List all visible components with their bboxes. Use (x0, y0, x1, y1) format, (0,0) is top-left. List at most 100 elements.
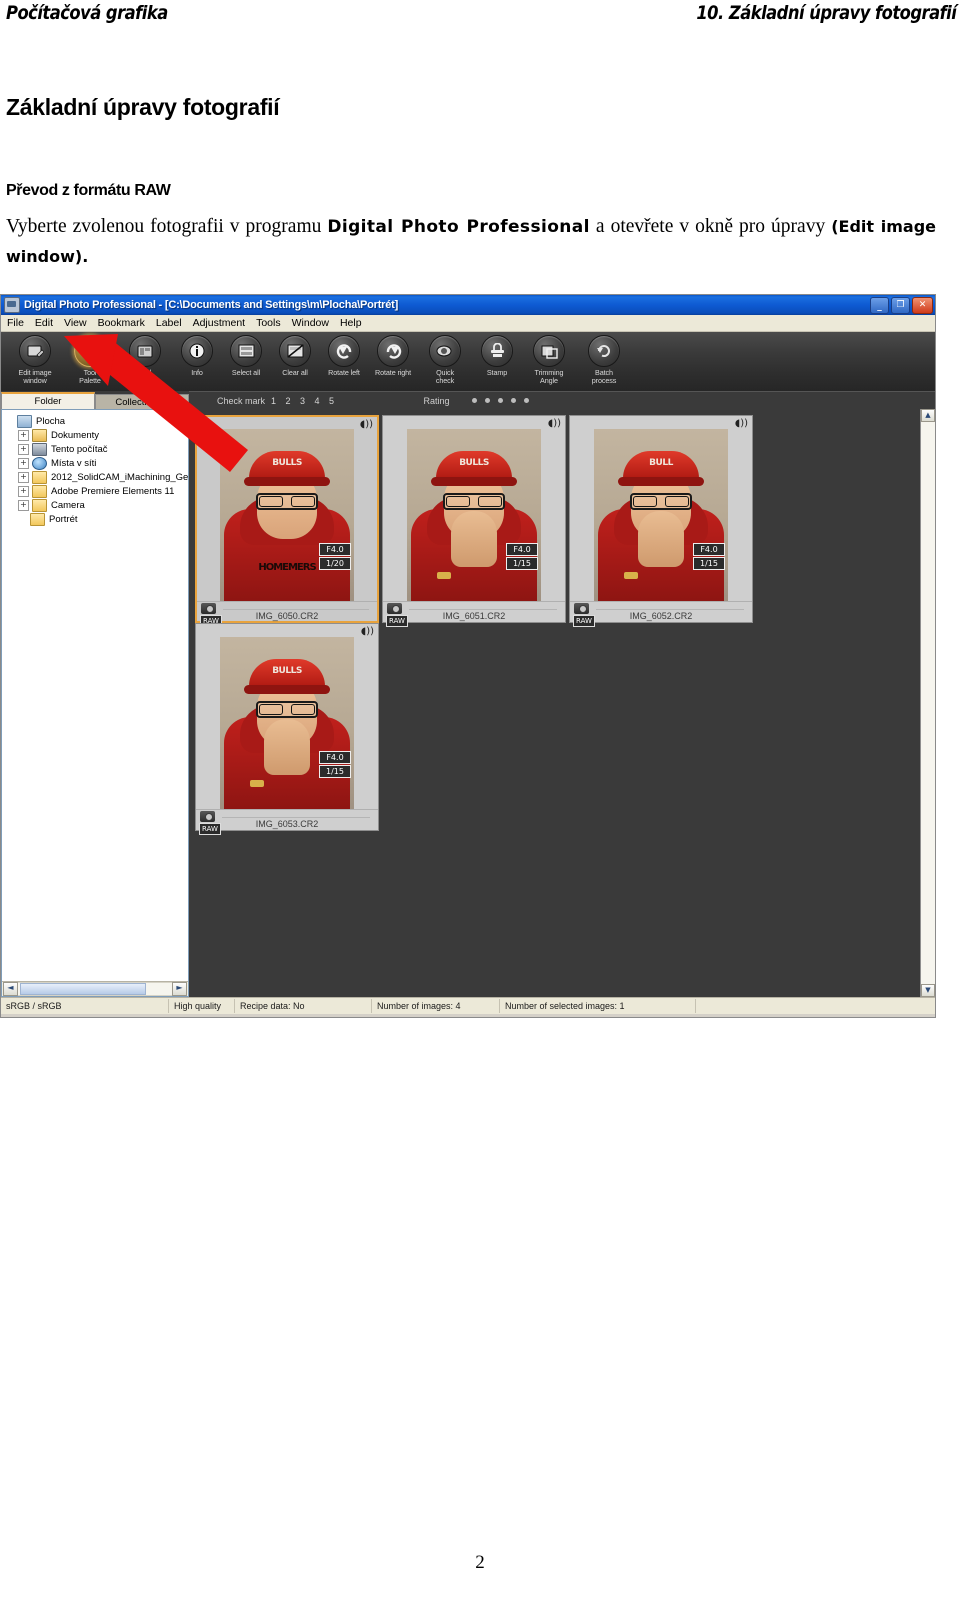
minimize-button[interactable]: _ (870, 297, 889, 314)
thumbnail-top: ◖)) (196, 624, 378, 637)
tree-item-label: Adobe Premiere Elements 11 (51, 485, 175, 497)
tree-expander-icon[interactable]: + (18, 471, 29, 483)
menu-item-label[interactable]: Label (156, 317, 182, 329)
menu-item-bookmark[interactable]: Bookmark (98, 317, 145, 329)
tree-expander-icon[interactable]: + (18, 443, 29, 455)
toolbar-button-rotate-right[interactable]: Rotate right (370, 335, 416, 377)
tree-item-dokumenty[interactable]: + Dokumenty (5, 428, 188, 442)
hscroll-track[interactable] (18, 982, 172, 996)
document-header: Počítačová grafika 10. Základní úpravy f… (0, 0, 960, 30)
thumbnail-pane: ◖)) BULLS HOMEMERS F4.0 1/20 RAW IMG_6050.CR2 ◖… (189, 409, 935, 997)
paragraph-bold-app-name: Digital Photo Professional (327, 217, 590, 237)
toolbar-button-tool-palette-2[interactable]: Tool Palette (119, 335, 171, 386)
toolbar-button-tool-palette[interactable]: Tool Palette (64, 335, 116, 386)
thumbnail-item[interactable]: ◖)) BULLS HOMEMERS F4.0 1/20 RAW IMG_6050.CR2 (195, 415, 379, 627)
toolbar-button-trimming-angle[interactable]: Trimming Angle (523, 335, 575, 386)
menu-item-tools[interactable]: Tools (256, 317, 281, 329)
photo-watch (437, 571, 451, 579)
tab-and-filter-strip: Folder Collection(0) Check mark 1 2 3 4 5… (1, 391, 935, 409)
filter-bar: Check mark 1 2 3 4 5 Rating (189, 391, 935, 409)
quick-check-icon (429, 335, 461, 367)
footer-divider (223, 608, 369, 610)
restore-button[interactable]: ❐ (891, 297, 910, 314)
app-icon (4, 297, 20, 313)
menu-item-file[interactable]: File (7, 317, 24, 329)
rating-dot[interactable] (484, 398, 490, 403)
info-icon (181, 335, 213, 367)
photo-preview: BULLS F4.0 1/15 (220, 636, 354, 809)
tree-item-tento-po-ta[interactable]: + Tento počítač (5, 442, 188, 456)
toolbar-button-stamp[interactable]: Stamp (474, 335, 520, 377)
thumbnail-image-wrap: BULLS F4.0 1/15 (383, 428, 565, 601)
documents-folder-icon (32, 428, 47, 442)
toolbar-button-quick-check[interactable]: Quick check (419, 335, 471, 386)
toolbar-button-label: Info (191, 368, 203, 377)
close-icon: ✕ (918, 300, 927, 310)
tab-collection-0[interactable]: Collection(0) (95, 394, 189, 409)
thumbnail-item[interactable]: ◖)) BULL F4.0 1/15 RAW IMG_6052.CR2 (569, 415, 753, 627)
photo-cap-text: BULLS (272, 457, 302, 468)
tree-expander-icon[interactable]: + (18, 499, 29, 511)
shutter-badge: 1/15 (506, 556, 538, 570)
rating-dot[interactable] (510, 398, 516, 403)
menu-item-view[interactable]: View (64, 317, 87, 329)
menu-item-adjustment[interactable]: Adjustment (193, 317, 246, 329)
toolbar-button-batch-process[interactable]: Batch process (578, 335, 630, 386)
status-bar-segment: sRGB / sRGB (1, 999, 169, 1013)
menu-item-help[interactable]: Help (340, 317, 362, 329)
rating-dot[interactable] (497, 398, 503, 403)
tree-item-portr-t[interactable]: Portrét (5, 512, 188, 526)
aperture-badge: F4.0 (319, 750, 351, 764)
folder-tree-hscrollbar[interactable]: ◄ ► (2, 981, 188, 996)
toolbar-button-label: Rotate right (375, 368, 411, 377)
page-number: 2 (475, 1552, 485, 1573)
folder-icon (30, 512, 45, 526)
status-bar-segment: Number of images: 4 (372, 999, 500, 1013)
close-button[interactable]: ✕ (912, 297, 933, 314)
scroll-right-arrow-icon[interactable]: ► (172, 982, 187, 996)
edit-image-window-icon (19, 335, 51, 367)
toolbar-button-rotate-left[interactable]: Rotate left (321, 335, 367, 377)
tree-item-2012-solidcam-imachining-getting-start[interactable]: +2012_SolidCAM_iMachining_Getting_Start (5, 470, 188, 484)
tree-item-m-sta-v-s-ti[interactable]: + Místa v síti (5, 456, 188, 470)
header-right-text: 10. Základní úpravy fotografií (695, 2, 957, 24)
toolbar-button-select-all[interactable]: Select all (223, 335, 269, 377)
tree-expander-icon[interactable]: + (18, 457, 29, 469)
thumbnail-filename: IMG_6051.CR2 (442, 610, 506, 621)
tab-folder[interactable]: Folder (1, 392, 95, 409)
photo-cap-brim (244, 684, 330, 694)
photo-hands (638, 510, 684, 567)
tree-expander-icon[interactable]: + (18, 485, 29, 497)
toolbar-button-edit-image-window[interactable]: Edit image window (9, 335, 61, 386)
sound-icon: ◖)) (360, 626, 374, 637)
vscroll-track[interactable] (921, 422, 935, 984)
menu-item-window[interactable]: Window (292, 317, 329, 329)
check-mark-values[interactable]: 1 2 3 4 5 (271, 396, 338, 406)
rating-dots[interactable] (471, 398, 529, 403)
photo-cap-text: BULLS (272, 665, 302, 676)
sound-icon: ◖)) (547, 418, 561, 429)
toolbar-button-clear-all[interactable]: Clear all (272, 335, 318, 377)
rotate-right-icon (377, 335, 409, 367)
thumbnail-item[interactable]: ◖)) BULLS F4.0 1/15 RAW IMG_6053.CR2 (195, 623, 379, 835)
scroll-down-arrow-icon[interactable]: ▼ (921, 984, 935, 997)
tree-expander-icon[interactable]: + (18, 429, 29, 441)
hscroll-thumb[interactable] (20, 983, 147, 995)
tree-item-plocha[interactable]: Plocha (5, 414, 188, 428)
menu-item-edit[interactable]: Edit (35, 317, 53, 329)
toolbar-button-info[interactable]: Info (174, 335, 220, 377)
rating-dot[interactable] (523, 398, 529, 403)
folder-icon (32, 470, 47, 484)
thumbnail-item[interactable]: ◖)) BULLS F4.0 1/15 RAW IMG_6051.CR2 (382, 415, 566, 627)
thumbnail-vscrollbar[interactable]: ▲ ▼ (920, 409, 935, 997)
tree-item-adobe-premiere-elements-11[interactable]: + Adobe Premiere Elements 11 (5, 484, 188, 498)
tree-item-camera[interactable]: + Camera (5, 498, 188, 512)
exif-badges: F4.0 1/15 (506, 542, 538, 571)
photo-preview: BULL F4.0 1/15 (594, 428, 728, 601)
body-paragraph: Vyberte zvolenou fotografii v programu D… (6, 212, 936, 271)
rating-dot[interactable] (471, 398, 477, 403)
my-computer-icon (32, 442, 47, 456)
scroll-left-arrow-icon[interactable]: ◄ (3, 982, 18, 996)
photo-preview: BULLS HOMEMERS F4.0 1/20 (220, 428, 354, 601)
scroll-up-arrow-icon[interactable]: ▲ (921, 409, 935, 422)
